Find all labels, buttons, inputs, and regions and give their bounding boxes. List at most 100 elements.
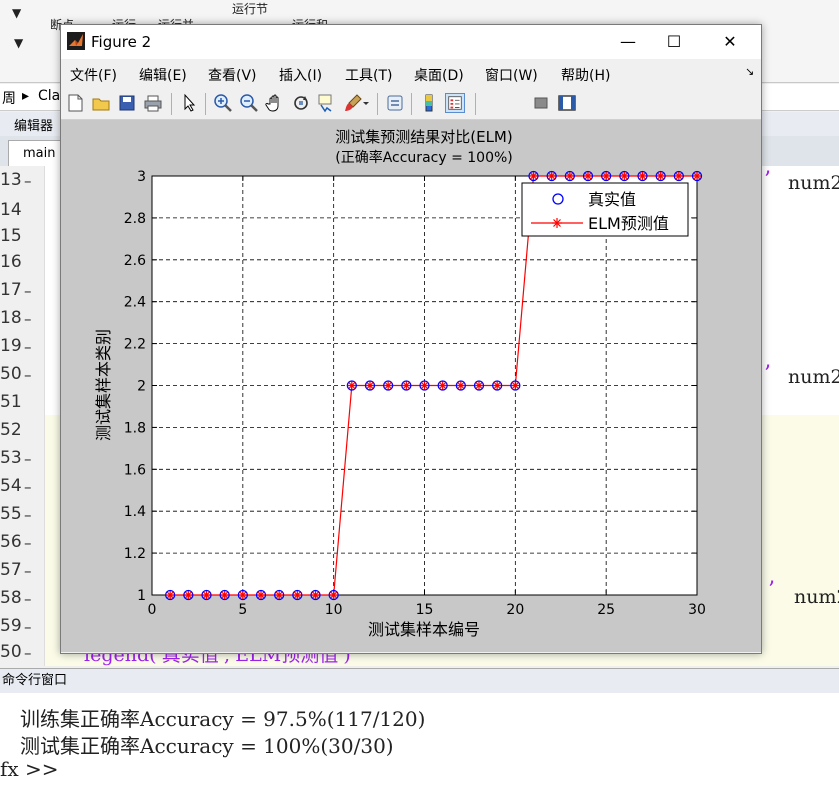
line-number: 53 <box>0 448 22 468</box>
y-tick-label: 2.2 <box>124 337 146 353</box>
line-number: 56 <box>0 532 22 552</box>
toolstrip-run-section-label[interactable]: 运行节 <box>232 0 268 17</box>
breakpoint-dash[interactable]: – <box>24 478 32 496</box>
figure-titlebar[interactable]: Figure 2 — ☐ ✕ <box>61 25 761 59</box>
command-window-title: 命令行窗口 <box>2 673 68 688</box>
print-icon[interactable] <box>143 93 163 113</box>
editor-tab-main[interactable]: main <box>8 140 68 166</box>
figure-window[interactable]: Figure 2 — ☐ ✕ 文件(F) 编辑(E) 查看(V) 插入(I) 工… <box>60 24 762 654</box>
breakpoint-dash[interactable]: – <box>24 338 32 356</box>
y-tick-label: 2.8 <box>124 211 146 227</box>
pred-value-marker <box>547 172 556 180</box>
x-tick-label: 10 <box>325 602 343 618</box>
close-button[interactable]: ✕ <box>707 25 753 59</box>
menu-file[interactable]: 文件(F) <box>70 65 117 85</box>
menu-window[interactable]: 窗口(W) <box>485 65 538 85</box>
breakpoint-dash[interactable]: – <box>24 366 32 384</box>
breakpoint-dash[interactable]: – <box>24 506 32 524</box>
x-tick-label: 30 <box>688 602 706 618</box>
zoom-in-icon[interactable] <box>213 93 233 113</box>
code-quote-mark: ’ <box>768 578 775 603</box>
y-tick-label: 1.8 <box>124 420 146 436</box>
toolstrip-dropdown-icon[interactable]: ▼ <box>14 36 23 50</box>
new-figure-icon[interactable] <box>65 93 85 113</box>
menu-edit[interactable]: 编辑(E) <box>139 65 187 85</box>
pred-value-marker <box>602 172 611 180</box>
line-number: 50 <box>0 642 22 662</box>
pred-value-marker <box>366 381 374 390</box>
command-window[interactable]: 训练集正确率Accuracy = 97.5%(117/120) 测试集正确率Ac… <box>0 693 839 804</box>
breakpoint-dash[interactable]: – <box>24 282 32 300</box>
zoom-out-icon[interactable] <box>239 93 259 113</box>
pred-value-marker <box>220 591 229 599</box>
show-plot-tools-icon[interactable] <box>557 93 577 113</box>
rotate-icon[interactable] <box>291 93 311 113</box>
pred-value-marker <box>475 381 483 390</box>
legend-icon[interactable] <box>445 93 465 113</box>
minimize-button[interactable]: — <box>605 25 651 59</box>
legend-marker-pred <box>552 218 562 228</box>
pred-value-marker <box>293 591 302 599</box>
pointer-icon[interactable] <box>179 93 199 113</box>
menu-insert[interactable]: 插入(I) <box>279 65 322 85</box>
pred-value-marker <box>656 172 665 180</box>
line-number: 14 <box>0 200 22 220</box>
toolstrip-dropdown-icon[interactable]: ▼ <box>12 6 21 20</box>
toolbar-separator <box>475 93 476 115</box>
toolbar-separator <box>411 93 412 115</box>
breakpoint-dash[interactable]: – <box>24 172 32 190</box>
menu-help[interactable]: 帮助(H) <box>561 65 610 85</box>
pred-value-marker <box>438 381 447 390</box>
menu-desktop[interactable]: 桌面(D) <box>414 65 464 85</box>
cmd-prompt[interactable]: fx >> <box>0 757 59 781</box>
y-tick-label: 2.4 <box>124 295 146 311</box>
cmd-output-line: 训练集正确率Accuracy = 97.5%(117/120) <box>20 707 426 731</box>
breakpoint-dash[interactable]: – <box>24 644 32 662</box>
pred-value-marker <box>693 172 701 180</box>
pred-value-marker <box>456 381 465 390</box>
breakpoint-dash[interactable]: – <box>24 534 32 552</box>
breakpoint-dash[interactable]: – <box>24 618 32 636</box>
x-tick-label: 5 <box>238 602 247 618</box>
code-fragment: num2 <box>788 366 839 388</box>
save-icon[interactable] <box>117 93 137 113</box>
line-number-gutter: 13– 14 15 16 17– 18– 19– 50– 51 52 53– 5… <box>0 166 45 666</box>
breadcrumb[interactable]: Cla <box>38 88 60 104</box>
figure-canvas[interactable]: 0 5 10 15 20 25 30 1 1.2 1.4 1.6 1.8 2 2.2 2.4 2.6 2.8 3… <box>61 120 761 652</box>
chevron-down-icon[interactable] <box>361 93 371 113</box>
brush-icon[interactable] <box>343 93 363 113</box>
code-fragment: num2 <box>788 172 839 194</box>
x-tick-label: 25 <box>597 602 615 618</box>
x-tick-label: 20 <box>506 602 524 618</box>
link-icon[interactable] <box>385 93 405 113</box>
hide-plot-tools-icon[interactable] <box>531 93 551 113</box>
breakpoint-dash[interactable]: – <box>24 310 32 328</box>
line-number: 55 <box>0 504 22 524</box>
figure-menubar: 文件(F) 编辑(E) 查看(V) 插入(I) 工具(T) 桌面(D) 窗口(W… <box>61 59 761 87</box>
cmd-output-line: 测试集正确率Accuracy = 100%(30/30) <box>20 734 394 758</box>
breadcrumb-arrow-icon: ▸ <box>22 88 30 104</box>
legend[interactable]: 真实值 ELM预测值 <box>521 182 689 237</box>
line-number: 52 <box>0 420 22 440</box>
pred-value-marker <box>184 591 193 599</box>
breakpoint-dash[interactable]: – <box>24 450 32 468</box>
y-tick-label: 3 <box>137 169 146 185</box>
breakpoint-dash[interactable]: – <box>24 590 32 608</box>
menu-view[interactable]: 查看(V) <box>208 65 257 85</box>
undock-arrow-icon[interactable]: ↘ <box>745 65 754 78</box>
figure-title: Figure 2 <box>91 33 152 51</box>
open-icon[interactable] <box>91 93 111 113</box>
breakpoint-dash[interactable]: – <box>24 562 32 580</box>
pred-value-marker <box>202 591 211 599</box>
menu-tools[interactable]: 工具(T) <box>345 65 392 85</box>
maximize-button[interactable]: ☐ <box>651 25 697 59</box>
toolbar-separator <box>171 93 172 115</box>
data-cursor-icon[interactable] <box>317 93 337 113</box>
address-prefix: 周 <box>2 91 16 107</box>
colorbar-icon[interactable] <box>419 93 439 113</box>
chart[interactable]: 0 5 10 15 20 25 30 1 1.2 1.4 1.6 1.8 2 2.2 2.4 2.6 2.8 3… <box>61 120 761 652</box>
line-number: 16 <box>0 252 22 272</box>
pan-icon[interactable] <box>265 93 285 113</box>
line-number: 19 <box>0 336 22 356</box>
y-tick-label: 2.6 <box>124 253 146 269</box>
